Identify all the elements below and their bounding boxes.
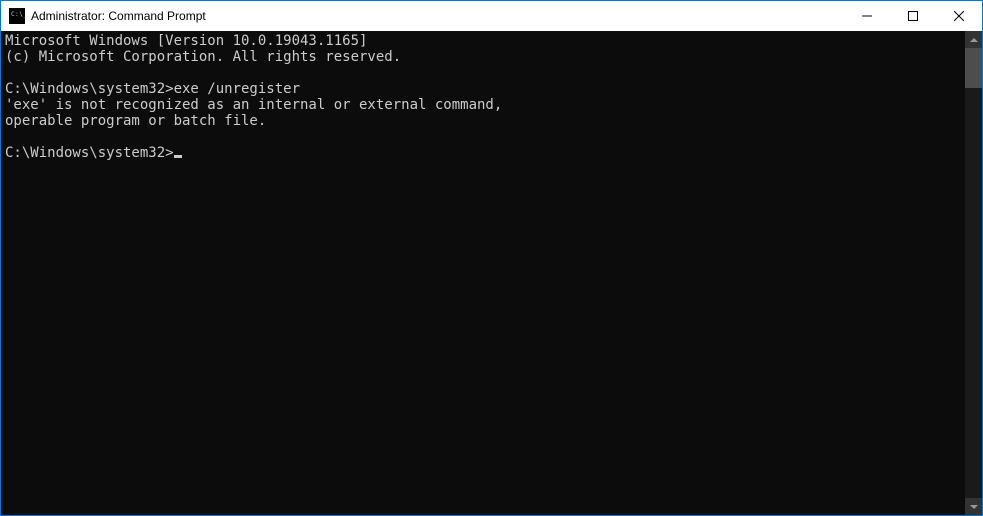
- console-prompt: C:\Windows\system32>: [5, 81, 174, 97]
- cursor: [174, 155, 182, 158]
- console-error: operable program or batch file.: [5, 113, 266, 129]
- close-button[interactable]: [936, 1, 982, 31]
- maximize-button[interactable]: [890, 1, 936, 31]
- console-error: 'exe' is not recognized as an internal o…: [5, 97, 502, 113]
- vertical-scrollbar[interactable]: [965, 31, 982, 515]
- command-prompt-window: C:\_ Administrator: Command Prompt Micro…: [1, 1, 982, 515]
- scroll-track[interactable]: [965, 48, 982, 498]
- titlebar[interactable]: C:\_ Administrator: Command Prompt: [1, 1, 982, 31]
- scroll-thumb[interactable]: [965, 48, 982, 88]
- console-command: exe /unregister: [174, 81, 300, 97]
- console-line: (c) Microsoft Corporation. All rights re…: [5, 49, 401, 65]
- window-title: Administrator: Command Prompt: [31, 9, 206, 23]
- console-output[interactable]: Microsoft Windows [Version 10.0.19043.11…: [1, 31, 965, 515]
- scroll-down-button[interactable]: [965, 498, 982, 515]
- window-controls: [844, 1, 982, 31]
- cmd-icon: C:\_: [9, 8, 25, 24]
- console-prompt: C:\Windows\system32>: [5, 145, 174, 161]
- minimize-button[interactable]: [844, 1, 890, 31]
- console-area: Microsoft Windows [Version 10.0.19043.11…: [1, 31, 982, 515]
- console-line: Microsoft Windows [Version 10.0.19043.11…: [5, 33, 367, 49]
- scroll-up-button[interactable]: [965, 31, 982, 48]
